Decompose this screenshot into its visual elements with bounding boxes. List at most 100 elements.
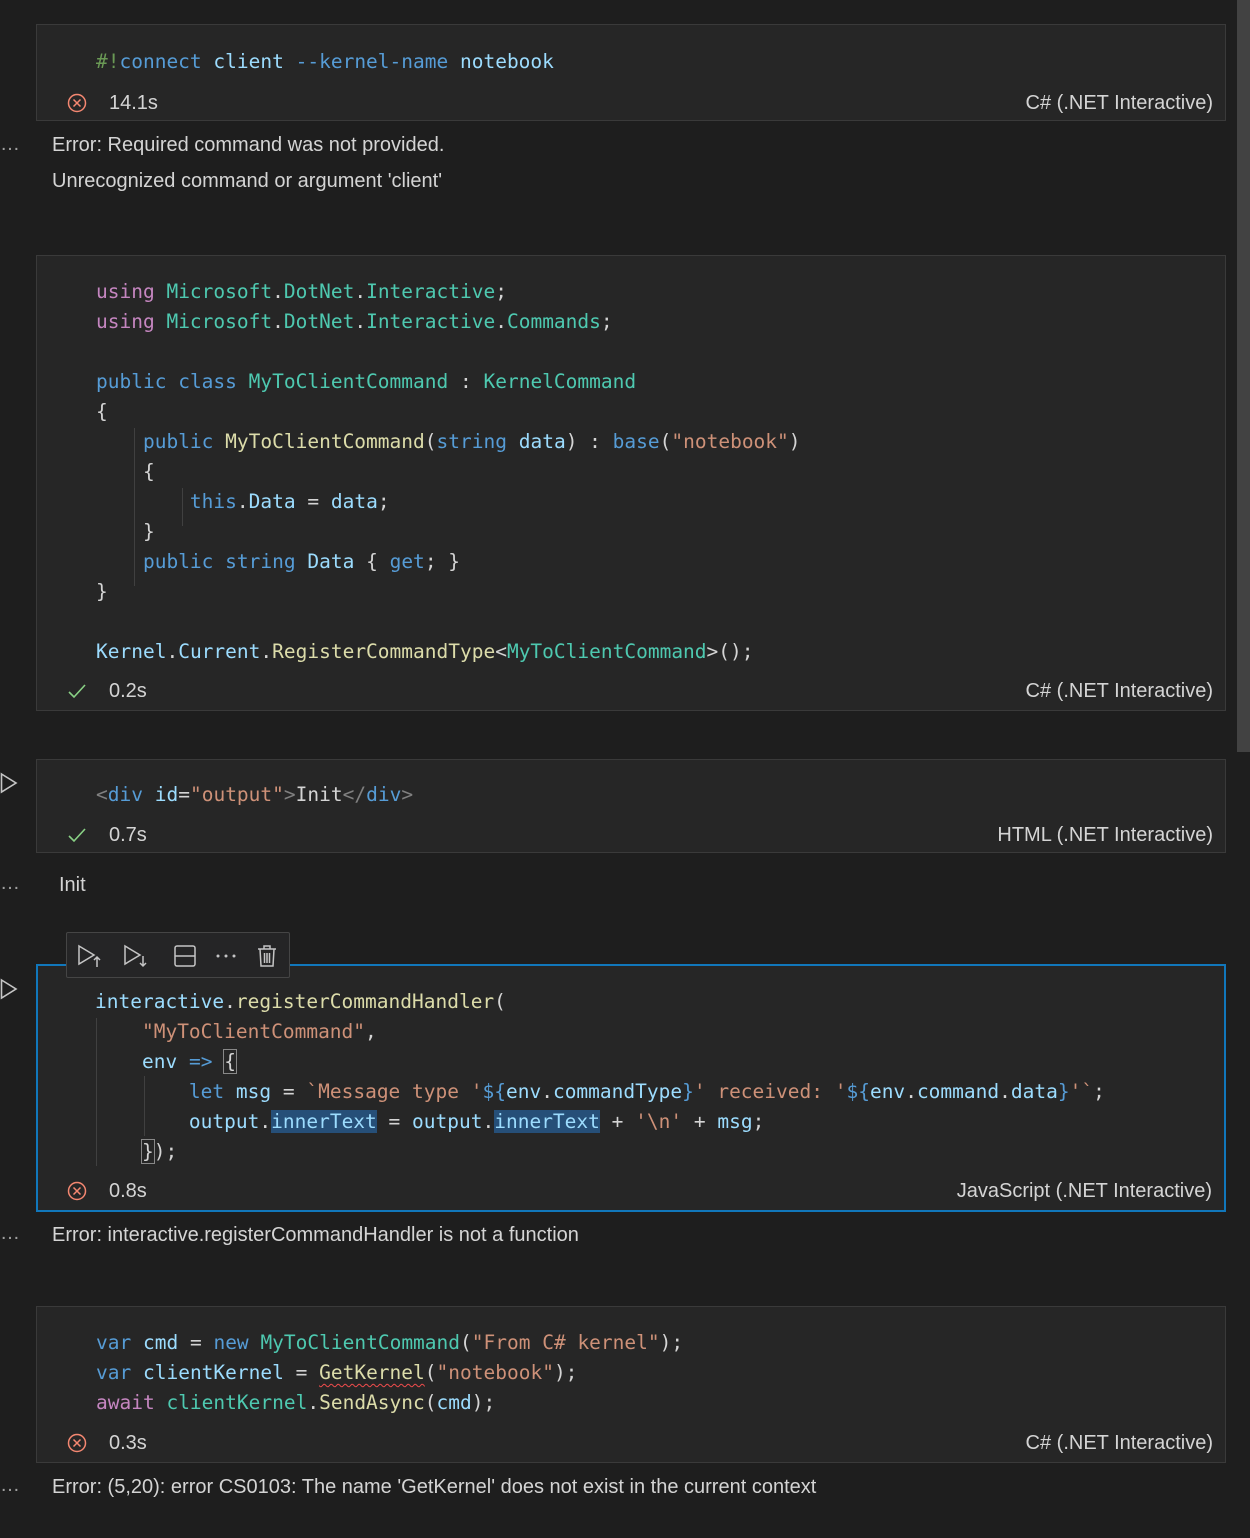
execute-above-icon[interactable] xyxy=(77,943,103,969)
cell-status-bar: 0.8s JavaScript (.NET Interactive) xyxy=(38,1171,1224,1211)
scrollbar-thumb[interactable] xyxy=(1237,0,1250,752)
code-token: } xyxy=(96,520,155,543)
code-line[interactable]: let msg = `Message type '${env.commandTy… xyxy=(95,1077,1105,1107)
code-token: ; xyxy=(1093,1080,1105,1103)
code-line[interactable]: public string Data { get; } xyxy=(96,547,801,577)
output-more-icon[interactable]: … xyxy=(0,1222,21,1245)
run-cell-icon[interactable] xyxy=(0,772,18,794)
code-token: = xyxy=(295,490,331,513)
code-token: MyToClientCommand xyxy=(506,640,707,663)
code-token: { xyxy=(223,1049,237,1074)
code-cell-selected[interactable]: interactive.registerCommandHandler( "MyT… xyxy=(36,964,1226,1212)
code-token: registerCommandHandler xyxy=(235,990,495,1013)
code-line[interactable]: using Microsoft.DotNet.Interactive; xyxy=(96,277,801,307)
code-line[interactable]: output.innerText = output.innerText + '\… xyxy=(95,1107,1105,1137)
output-more-icon[interactable]: … xyxy=(0,133,21,156)
code-token: msg xyxy=(717,1110,753,1133)
code-line[interactable] xyxy=(96,337,801,367)
code-line[interactable]: "MyToClientCommand", xyxy=(95,1017,1105,1047)
code-line[interactable]: var clientKernel = GetKernel("notebook")… xyxy=(96,1358,683,1388)
code-token: KernelCommand xyxy=(483,370,637,393)
code-editor[interactable]: using Microsoft.DotNet.Interactive; using… xyxy=(96,277,801,667)
code-token: env xyxy=(141,1050,178,1073)
kernel-language-picker[interactable]: HTML (.NET Interactive) xyxy=(997,824,1213,847)
code-line[interactable]: { xyxy=(96,457,801,487)
code-line[interactable]: #!connect client --kernel-name notebook xyxy=(96,47,554,77)
more-actions-icon[interactable] xyxy=(213,943,239,969)
kernel-language-picker[interactable]: JavaScript (.NET Interactive) xyxy=(957,1180,1212,1203)
code-token: . xyxy=(236,490,249,513)
code-token: public xyxy=(142,430,214,453)
code-line[interactable]: using Microsoft.DotNet.Interactive.Comma… xyxy=(96,307,801,337)
code-token: data xyxy=(330,490,378,513)
code-editor[interactable]: #!connect client --kernel-name notebook xyxy=(96,47,554,77)
kernel-language-picker[interactable]: C# (.NET Interactive) xyxy=(1026,1432,1213,1455)
code-line[interactable]: var cmd = new MyToClientCommand("From C#… xyxy=(96,1328,683,1358)
code-line[interactable]: { xyxy=(96,397,801,427)
code-cell[interactable]: <div id="output">Init</div> 0.7s HTML (.… xyxy=(36,759,1226,853)
delete-cell-icon[interactable] xyxy=(254,943,280,969)
code-token: . xyxy=(259,1110,272,1133)
code-token: cmd xyxy=(436,1391,472,1414)
code-token: ; xyxy=(600,310,613,333)
code-token: . xyxy=(354,280,367,303)
code-line[interactable]: public MyToClientCommand(string data) : … xyxy=(96,427,801,457)
code-editor[interactable]: <div id="output">Init</div> xyxy=(96,780,413,810)
code-editor[interactable]: interactive.registerCommandHandler( "MyT… xyxy=(95,987,1105,1167)
cell-output: Init xyxy=(59,867,86,903)
execution-time: 0.2s xyxy=(109,680,147,702)
code-token: env xyxy=(869,1080,906,1103)
code-cell[interactable]: using Microsoft.DotNet.Interactive; using… xyxy=(36,255,1226,711)
code-token: clientKernel xyxy=(142,1361,284,1384)
code-token: MyToClientCommand xyxy=(260,1331,461,1354)
code-cell[interactable]: var cmd = new MyToClientCommand("From C#… xyxy=(36,1306,1226,1463)
execution-time: 0.8s xyxy=(109,1180,147,1202)
code-token: string xyxy=(436,430,507,453)
run-cell-icon[interactable] xyxy=(0,978,18,1000)
cell-status-bar: 14.1s C# (.NET Interactive) xyxy=(37,83,1225,123)
code-line[interactable]: this.Data = data; xyxy=(96,487,801,517)
code-line[interactable]: } xyxy=(96,517,801,547)
code-token: + xyxy=(599,1110,636,1133)
code-line[interactable]: Kernel.Current.RegisterCommandType<MyToC… xyxy=(96,637,801,667)
code-token: --kernel-name xyxy=(283,50,460,73)
code-line[interactable] xyxy=(96,607,801,637)
code-token: "notebook" xyxy=(436,1361,554,1384)
code-cell[interactable]: #!connect client --kernel-name notebook … xyxy=(36,24,1226,121)
code-line[interactable]: }); xyxy=(95,1137,1105,1167)
code-line[interactable]: await clientKernel.SendAsync(cmd); xyxy=(96,1388,683,1418)
output-more-icon[interactable]: … xyxy=(0,1474,21,1497)
code-token: "output" xyxy=(189,783,284,806)
execute-below-icon[interactable] xyxy=(123,943,149,969)
code-token: > xyxy=(401,783,414,806)
code-editor[interactable]: var cmd = new MyToClientCommand("From C#… xyxy=(96,1328,683,1418)
code-line[interactable]: public class MyToClientCommand : KernelC… xyxy=(96,367,801,397)
code-line[interactable]: <div id="output">Init</div> xyxy=(96,780,413,810)
code-token: connect xyxy=(119,50,202,73)
code-token: base xyxy=(612,430,660,453)
code-token: public xyxy=(142,550,214,573)
code-token: SendAsync xyxy=(319,1391,425,1414)
kernel-language-picker[interactable]: C# (.NET Interactive) xyxy=(1026,680,1213,703)
check-icon xyxy=(67,825,87,845)
kernel-language-picker[interactable]: C# (.NET Interactive) xyxy=(1026,92,1213,115)
code-token: ); xyxy=(471,1391,496,1414)
code-line[interactable]: interactive.registerCommandHandler( xyxy=(95,987,1105,1017)
code-token: ' received: ' xyxy=(693,1080,847,1103)
code-token: ${ xyxy=(482,1080,506,1103)
code-line[interactable]: env => { xyxy=(95,1047,1105,1077)
code-token: ${ xyxy=(846,1080,870,1103)
output-more-icon[interactable]: … xyxy=(0,872,21,895)
code-line[interactable]: } xyxy=(96,577,801,607)
split-cell-icon[interactable] xyxy=(172,943,198,969)
